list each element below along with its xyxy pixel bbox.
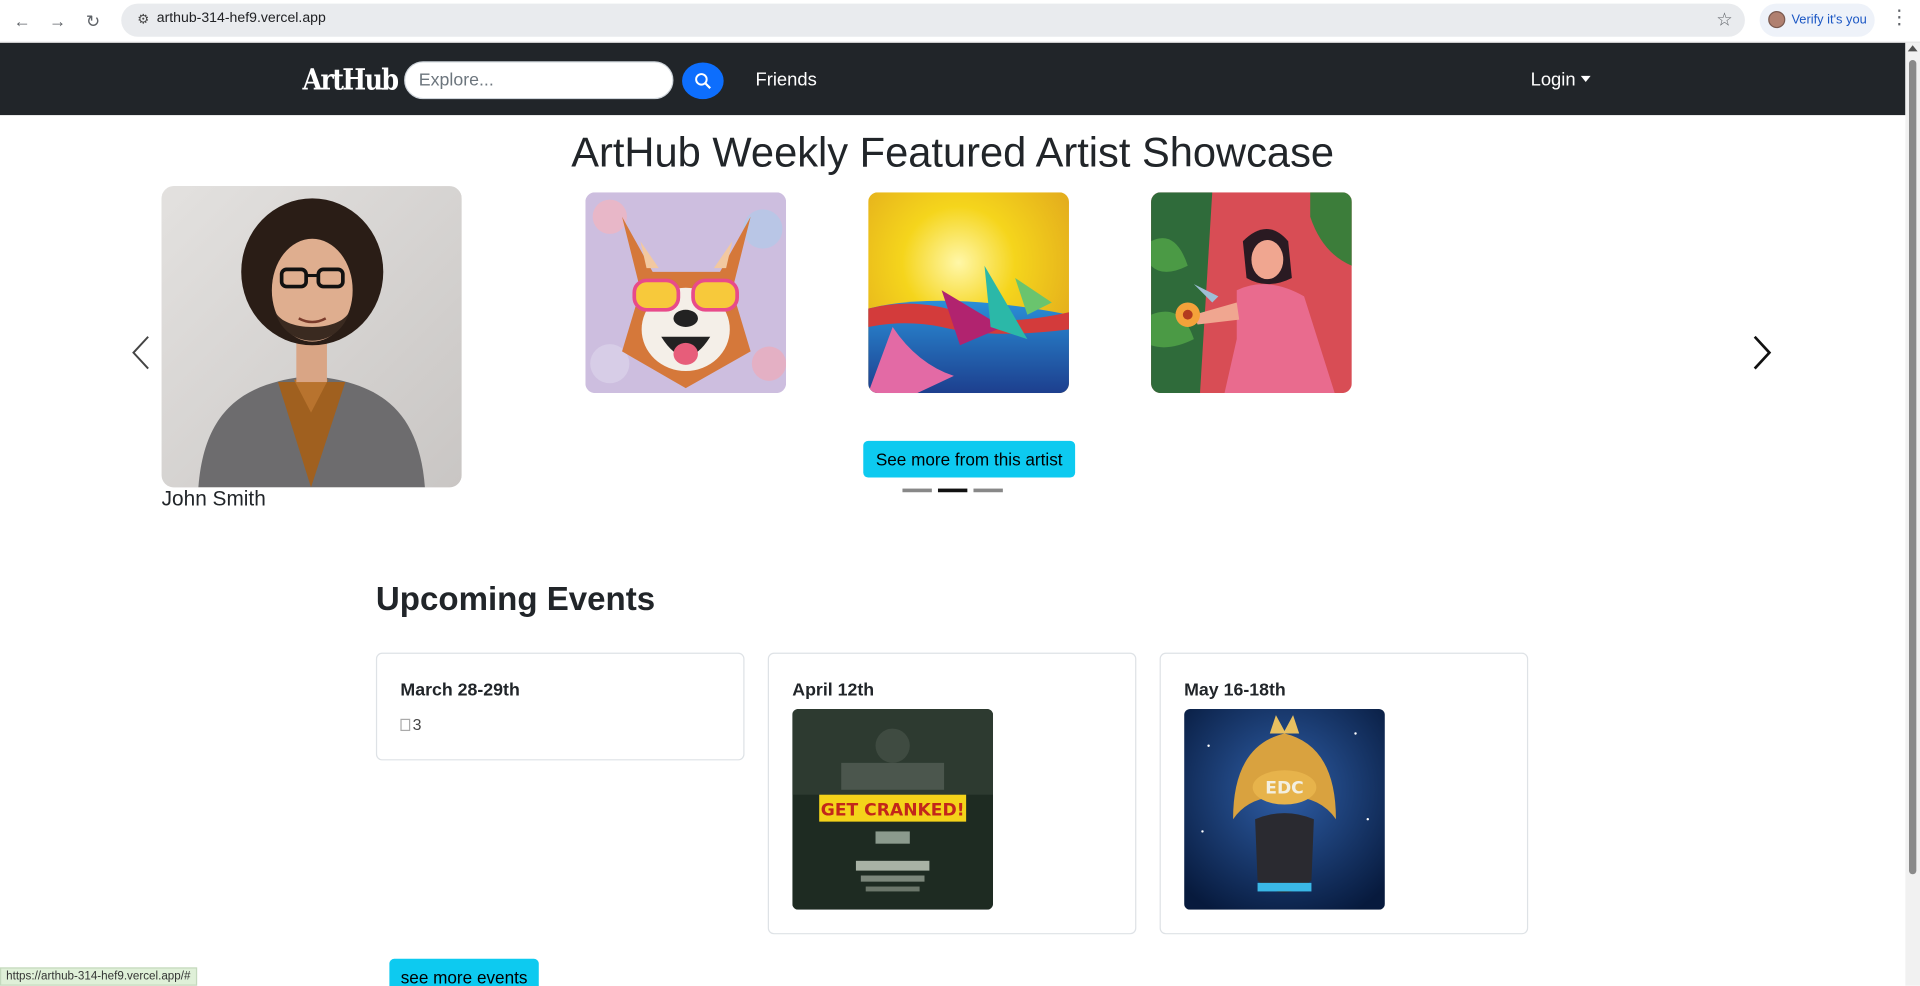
reload-icon[interactable]: ↻ bbox=[82, 10, 104, 32]
poster-headline: GET CRANKED! bbox=[821, 801, 965, 821]
event-card[interactable]: March 28-29th 3 bbox=[375, 652, 745, 761]
back-icon[interactable]: ← bbox=[11, 10, 33, 32]
brand-logo[interactable]: ArtHub bbox=[302, 61, 399, 97]
artwork-abstract-sunset[interactable] bbox=[868, 192, 1069, 394]
event-card[interactable]: May 16-18th EDC bbox=[1159, 652, 1529, 935]
carousel-prev-icon[interactable] bbox=[122, 333, 159, 372]
scrollbar-thumb[interactable] bbox=[1908, 60, 1917, 875]
page-scrollbar[interactable] bbox=[1905, 42, 1920, 986]
artist-name: John Smith bbox=[161, 487, 266, 511]
address-url[interactable]: arthub-314-hef9.vercel.app bbox=[157, 11, 326, 26]
see-more-artist-button[interactable]: See more from this artist bbox=[863, 440, 1076, 478]
carousel-indicator-1[interactable] bbox=[902, 488, 932, 493]
events-title: Upcoming Events bbox=[375, 580, 656, 618]
see-more-events-button[interactable]: see more events bbox=[389, 958, 539, 986]
nav-friends-link[interactable]: Friends bbox=[756, 70, 817, 91]
browser-toolbar: ← → ↻ ⚙ arthub-314-hef9.vercel.app ☆ Ver… bbox=[0, 0, 1920, 43]
login-dropdown[interactable]: Login bbox=[1531, 70, 1591, 91]
event-date: May 16-18th bbox=[1184, 680, 1286, 701]
site-navbar: ArtHub Friends Login bbox=[0, 42, 1906, 116]
address-bar[interactable]: ⚙ arthub-314-hef9.vercel.app ☆ bbox=[121, 3, 1745, 37]
event-card[interactable]: April 12th GET CRANKED! bbox=[767, 652, 1137, 935]
carousel-indicator-2[interactable] bbox=[937, 488, 968, 493]
scroll-up-icon[interactable] bbox=[1907, 45, 1918, 52]
caret-down-icon bbox=[1580, 75, 1591, 83]
event-date: April 12th bbox=[792, 680, 875, 701]
verify-label: Verify it's you bbox=[1791, 12, 1867, 27]
search-icon bbox=[695, 73, 711, 89]
artwork-shiba-dog[interactable] bbox=[585, 192, 787, 394]
login-label: Login bbox=[1530, 69, 1576, 91]
artist-photo bbox=[161, 186, 462, 488]
event-date: March 28-29th bbox=[400, 680, 520, 701]
artwork-woman-garden[interactable] bbox=[1151, 192, 1352, 394]
search-button[interactable] bbox=[682, 62, 724, 100]
carousel-next-icon[interactable] bbox=[1744, 333, 1781, 372]
broken-image: 3 bbox=[400, 715, 422, 733]
status-url: https://arthub-314-hef9.vercel.app/# bbox=[0, 967, 197, 986]
event-poster[interactable]: GET CRANKED! bbox=[792, 708, 994, 910]
verify-profile-button[interactable]: Verify it's you bbox=[1759, 3, 1875, 37]
browser-menu-icon[interactable]: ⋮ bbox=[1889, 7, 1909, 29]
event-poster[interactable]: EDC bbox=[1184, 708, 1385, 910]
broken-image-icon bbox=[400, 718, 411, 732]
carousel-indicator-3[interactable] bbox=[973, 488, 1003, 493]
showcase-title: ArtHub Weekly Featured Artist Showcase bbox=[571, 129, 1335, 177]
forward-icon[interactable]: → bbox=[47, 10, 69, 32]
site-info-icon[interactable]: ⚙ bbox=[133, 10, 153, 30]
avatar bbox=[1768, 11, 1786, 29]
poster-headline: EDC bbox=[1265, 778, 1303, 798]
search-input[interactable] bbox=[404, 61, 674, 100]
bookmark-star-icon[interactable]: ☆ bbox=[1716, 9, 1732, 31]
